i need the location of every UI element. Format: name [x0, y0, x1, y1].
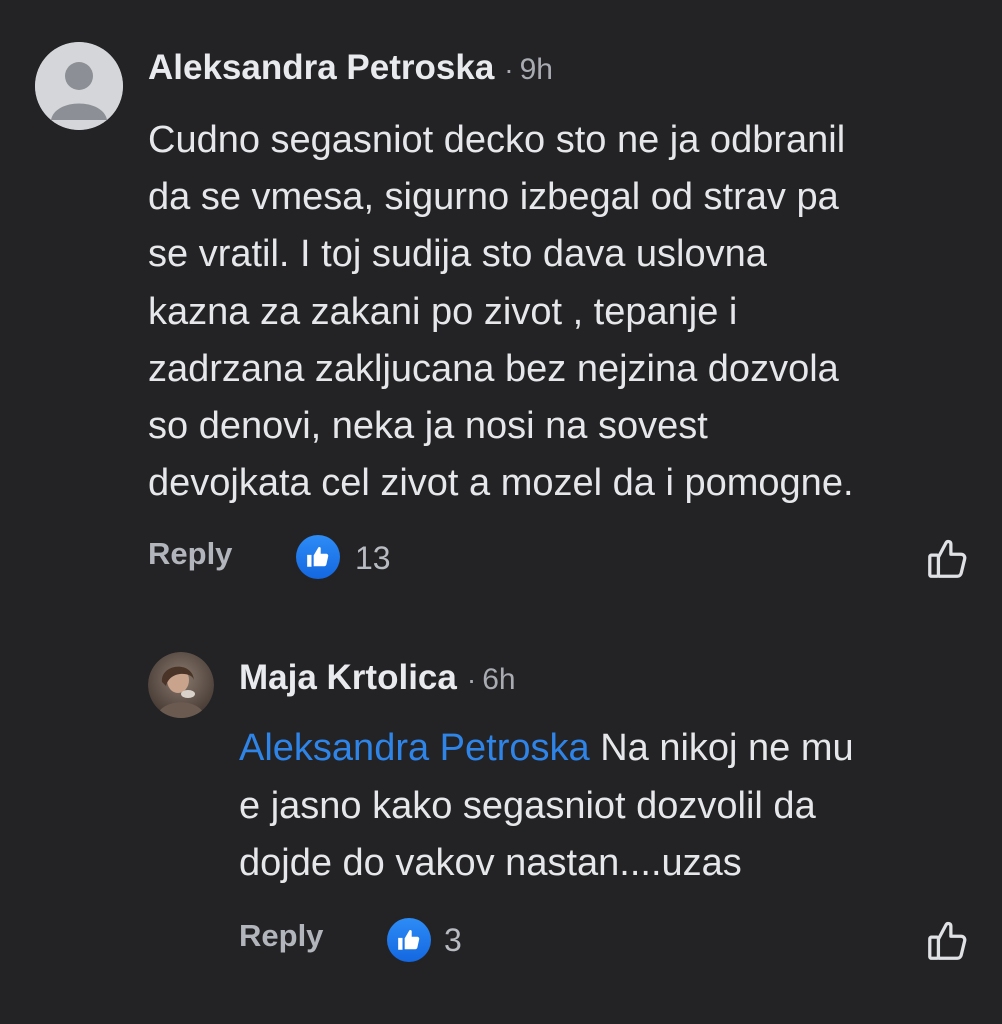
- thumbs-up-reaction-icon[interactable]: [296, 535, 340, 579]
- reply-comment: Maja Krtolica · 6h Aleksandra Petroska N…: [0, 600, 1002, 1024]
- timestamp[interactable]: 9h: [520, 46, 553, 94]
- comment-text: Cudno segasniot decko sto ne ja odbranil…: [148, 119, 854, 505]
- thumbs-up-reaction-icon[interactable]: [387, 918, 431, 962]
- comment-thread: Aleksandra Petroska · 9h Cudno segasniot…: [0, 0, 1002, 1024]
- reply-button[interactable]: Reply: [239, 916, 323, 956]
- timestamp[interactable]: 6h: [482, 656, 515, 704]
- like-button[interactable]: [925, 536, 971, 582]
- thumbs-up-outline-icon: [928, 539, 967, 578]
- reaction-count[interactable]: 13: [355, 538, 391, 578]
- comment-header: Maja Krtolica · 6h: [239, 654, 516, 704]
- comment-header: Aleksandra Petroska · 9h: [148, 44, 553, 94]
- separator-dot: ·: [466, 664, 477, 695]
- thumbs-up-outline-icon: [928, 921, 967, 960]
- comment-text: Aleksandra Petroska Na nikoj ne mu e jas…: [239, 720, 989, 893]
- default-user-avatar-icon[interactable]: [35, 42, 123, 130]
- author-name[interactable]: Aleksandra Petroska: [148, 44, 494, 92]
- like-button[interactable]: [925, 918, 971, 964]
- user-photo-avatar-icon[interactable]: [148, 652, 214, 718]
- author-name[interactable]: Maja Krtolica: [239, 654, 457, 702]
- comment: Aleksandra Petroska · 9h Cudno segasniot…: [0, 0, 1002, 600]
- mention-link[interactable]: Aleksandra Petroska: [239, 727, 590, 769]
- reaction-count[interactable]: 3: [444, 920, 462, 960]
- separator-dot: ·: [504, 54, 514, 85]
- reply-button[interactable]: Reply: [148, 534, 232, 574]
